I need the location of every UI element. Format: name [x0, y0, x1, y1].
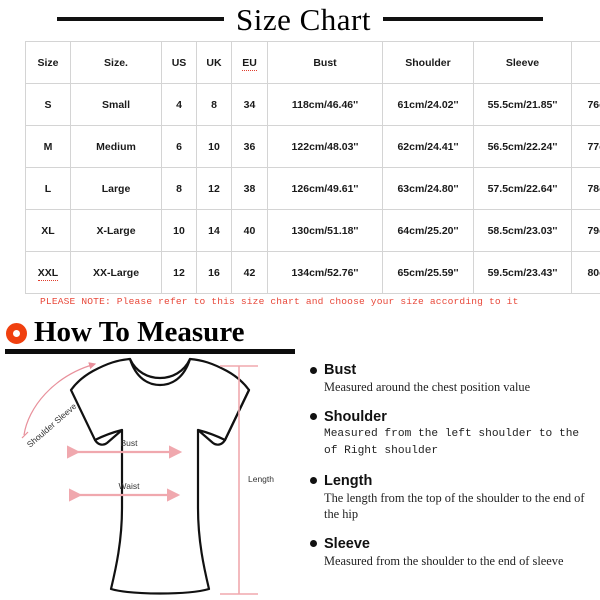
cell-shoulder: 63cm/24.80'': [382, 167, 474, 210]
cell-us: 10: [161, 209, 197, 252]
cell-uk: 10: [196, 125, 232, 168]
cell-sleeve: 56.5cm/22.24'': [473, 125, 572, 168]
cell-eu: 38: [231, 167, 268, 210]
measure-item-description: Measured from the shoulder to the end of…: [324, 553, 564, 568]
measure-item-description: The length from the top of the shoulder …: [324, 490, 585, 522]
cell-length: 76cm/29.92'': [571, 83, 600, 126]
cell-us: 6: [161, 125, 197, 168]
bullet-dot-icon: [310, 477, 317, 484]
cell-eu: 36: [231, 125, 268, 168]
tshirt-diagram: Shoulder Sleeve Bust Waist Length: [8, 356, 304, 600]
table-row: S Small 4 8 34 118cm/46.46'' 61cm/24.02'…: [25, 83, 600, 126]
cell-sleeve: 58.5cm/23.03'': [473, 209, 572, 252]
cell-us: 4: [161, 83, 197, 126]
cell-size-name: Medium: [70, 125, 162, 168]
title-rule-right: [383, 17, 543, 21]
table-header-row: Size Size. US UK EU Bust Shoulder Sleeve…: [25, 41, 600, 84]
how-to-measure-title: How To Measure: [34, 316, 245, 348]
cell-eu: 40: [231, 209, 268, 252]
cell-sleeve: 55.5cm/21.85'': [473, 83, 572, 126]
cell-length: 78cm/30.71'': [571, 167, 600, 210]
table-row: L Large 8 12 38 126cm/49.61'' 63cm/24.80…: [25, 167, 600, 210]
cell-size-name: Small: [70, 83, 162, 126]
measure-item-description: Measured from the left shoulder to the o…: [324, 427, 580, 457]
measure-item-title: Length: [324, 472, 373, 489]
table-header-us: US: [161, 41, 197, 84]
how-to-measure-header: How To Measure: [6, 314, 326, 350]
cell-size: XXL: [25, 251, 71, 294]
measure-item-title: Sleeve: [324, 535, 370, 552]
cell-shoulder: 61cm/24.02'': [382, 83, 474, 126]
cell-size: S: [25, 83, 71, 126]
cell-uk: 16: [196, 251, 232, 294]
table-header-uk: UK: [196, 41, 232, 84]
table-header-eu: EU: [231, 41, 268, 84]
page-title-bar: Size Chart: [0, 0, 600, 38]
cell-size-name: X-Large: [70, 209, 162, 252]
cell-shoulder: 64cm/25.20'': [382, 209, 474, 252]
list-item: Shoulder Measured from the left shoulder…: [310, 409, 592, 460]
ring-icon: [6, 322, 27, 344]
measure-item-head: Bust: [310, 362, 592, 378]
diagram-label-shoulder-sleeve: Shoulder Sleeve: [25, 401, 79, 450]
table-header-size: Size: [25, 41, 71, 84]
diagram-label-length: Length: [248, 474, 274, 484]
list-item: Bust Measured around the chest position …: [310, 362, 592, 396]
cell-eu: 42: [231, 251, 268, 294]
cell-eu: 34: [231, 83, 268, 126]
table-row: XL X-Large 10 14 40 130cm/51.18'' 64cm/2…: [25, 209, 600, 252]
table-header-sleeve: Sleeve: [473, 41, 572, 84]
table-header-length: Length: [571, 41, 600, 84]
cell-length: 79cm/31.10'': [571, 209, 600, 252]
size-chart-table: Size Size. US UK EU Bust Shoulder Sleeve…: [25, 41, 600, 294]
table-row: XXL XX-Large 12 16 42 134cm/52.76'' 65cm…: [25, 251, 600, 294]
cell-size: XL: [25, 209, 71, 252]
measure-item-head: Shoulder: [310, 409, 592, 425]
measure-item-description: Measured around the chest position value: [324, 380, 531, 394]
diagram-label-waist: Waist: [119, 481, 141, 491]
page-title: Size Chart: [236, 1, 371, 37]
cell-size-label: XXL: [37, 266, 59, 281]
cell-uk: 14: [196, 209, 232, 252]
table-header-eu-label: EU: [242, 56, 257, 71]
measure-instructions-list: Bust Measured around the chest position …: [310, 362, 592, 582]
measure-item-head: Sleeve: [310, 536, 592, 552]
cell-sleeve: 59.5cm/23.43'': [473, 251, 572, 294]
cell-size: L: [25, 167, 71, 210]
measure-item-title: Bust: [324, 362, 357, 378]
how-to-measure-rule: [5, 349, 295, 354]
cell-shoulder: 62cm/24.41'': [382, 125, 474, 168]
cell-length: 77cm/30.31'': [571, 125, 600, 168]
list-item: Sleeve Measured from the shoulder to the…: [310, 536, 592, 570]
bullet-dot-icon: [310, 366, 317, 374]
list-item: Length The length from the top of the sh…: [310, 473, 592, 523]
cell-bust: 134cm/52.76'': [267, 251, 383, 294]
bullet-dot-icon: [310, 413, 317, 420]
cell-size-name: XX-Large: [70, 251, 162, 294]
cell-uk: 8: [196, 83, 232, 126]
cell-bust: 118cm/46.46'': [267, 83, 383, 126]
measure-item-head: Length: [310, 473, 592, 489]
cell-shoulder: 65cm/25.59'': [382, 251, 474, 294]
cell-us: 12: [161, 251, 197, 294]
bullet-dot-icon: [310, 540, 317, 547]
cell-bust: 122cm/48.03'': [267, 125, 383, 168]
please-note-text: PLEASE NOTE: Please refer to this size c…: [40, 296, 519, 307]
measure-item-title: Shoulder: [324, 408, 387, 425]
title-rule-left: [57, 17, 224, 21]
cell-bust: 126cm/49.61'': [267, 167, 383, 210]
cell-sleeve: 57.5cm/22.64'': [473, 167, 572, 210]
table-header-bust: Bust: [267, 41, 383, 84]
table-row: M Medium 6 10 36 122cm/48.03'' 62cm/24.4…: [25, 125, 600, 168]
diagram-label-bust: Bust: [120, 438, 138, 448]
cell-bust: 130cm/51.18'': [267, 209, 383, 252]
table-header-shoulder: Shoulder: [382, 41, 474, 84]
cell-uk: 12: [196, 167, 232, 210]
cell-us: 8: [161, 167, 197, 210]
cell-size-name: Large: [70, 167, 162, 210]
cell-size: M: [25, 125, 71, 168]
cell-length: 80cm/31.50'': [571, 251, 600, 294]
table-header-size-name: Size.: [70, 41, 162, 84]
